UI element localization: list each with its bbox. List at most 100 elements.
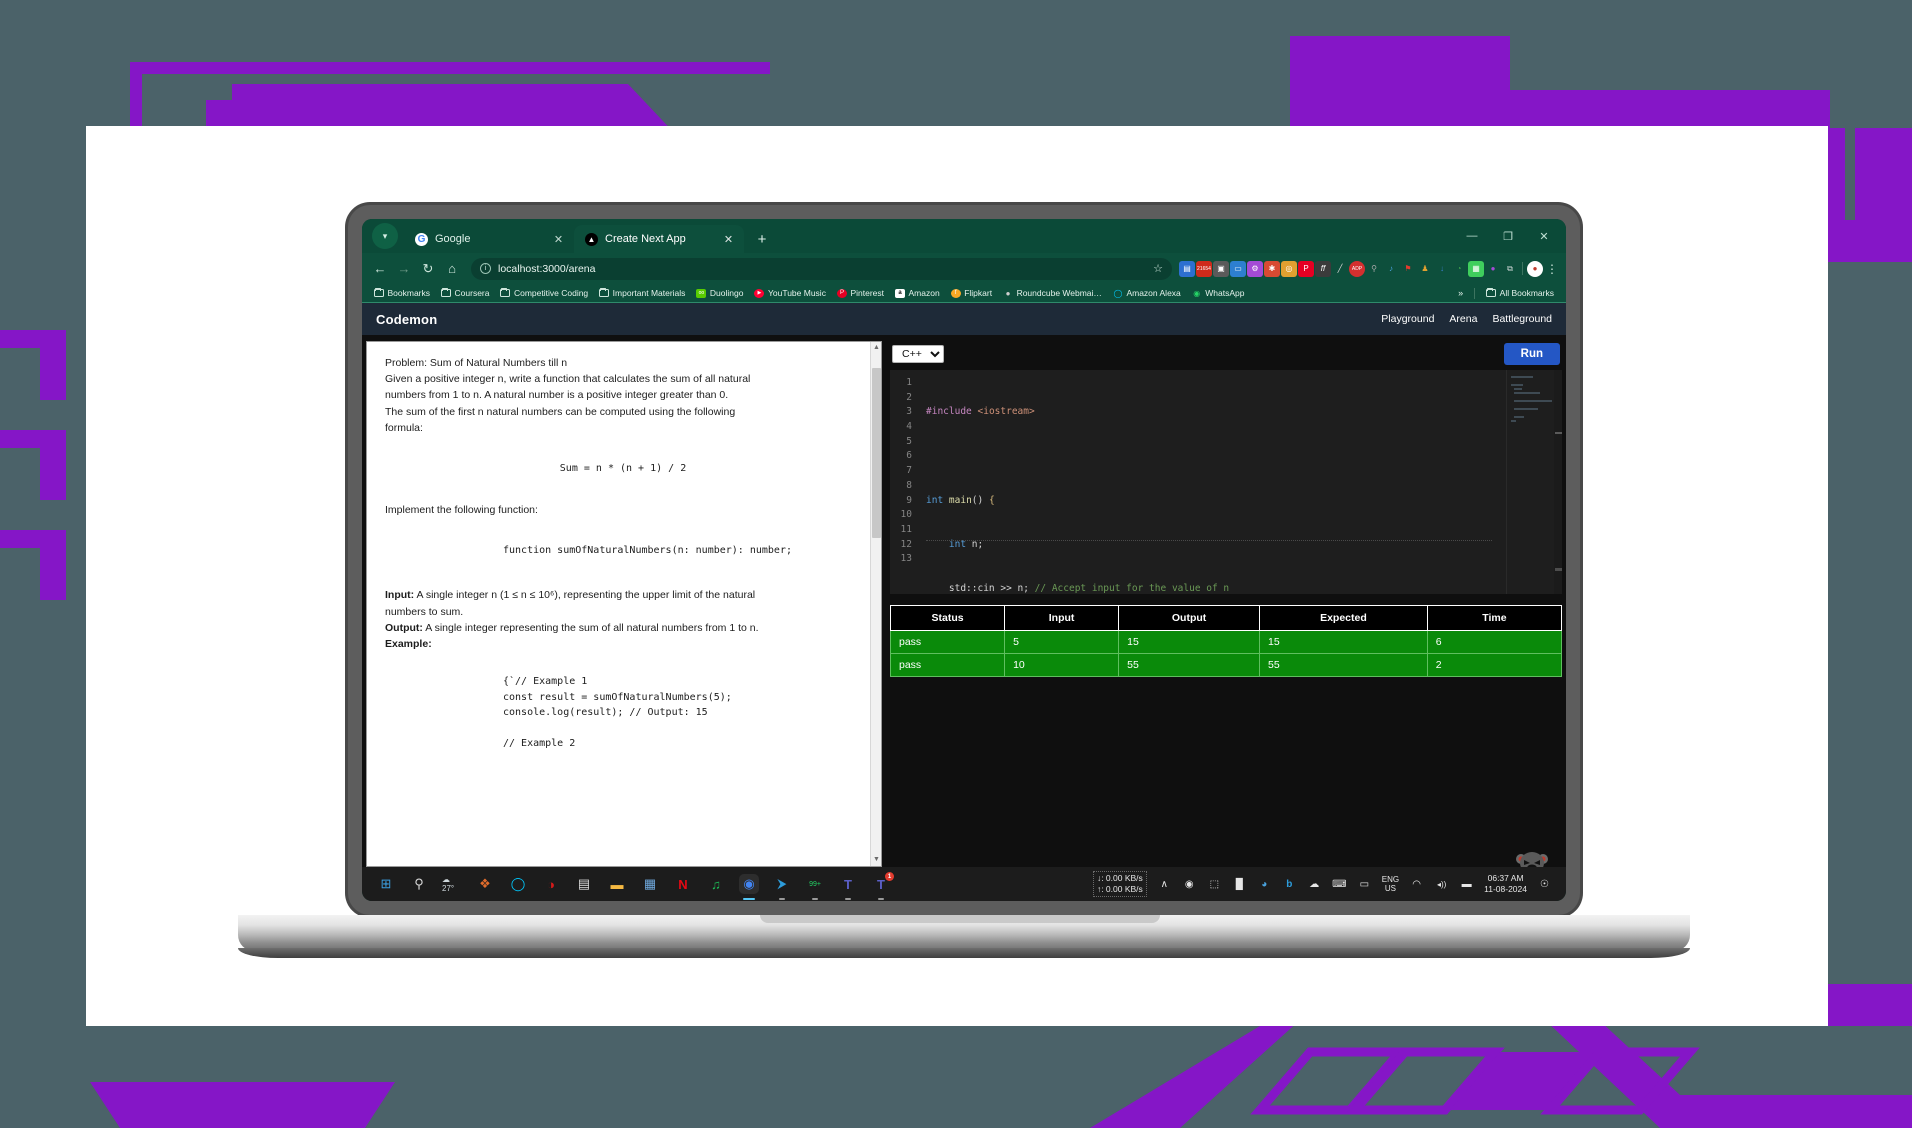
scrollbar-thumb[interactable] [872,368,881,538]
photos-icon[interactable]: ❖ [475,874,495,894]
nav-link-arena[interactable]: Arena [1449,313,1477,325]
docs-extension-icon[interactable]: ▭ [1230,260,1246,277]
browser-tab-google[interactable]: G Google ✕ [404,225,574,253]
alexa-icon[interactable]: ◯ [508,874,528,894]
close-icon[interactable]: ✕ [552,233,565,246]
editor-scrollbar-thumb[interactable] [1555,568,1562,571]
wifi-icon[interactable]: ◠ [1409,877,1424,892]
app-brand-logo[interactable]: Codemon [376,312,437,327]
nav-link-playground[interactable]: Playground [1381,313,1434,325]
eyedropper-extension-icon[interactable]: ╱ [1332,261,1348,277]
keyboard-icon[interactable]: ⌨ [1332,877,1347,892]
opera-icon[interactable]: ◑ [541,874,561,894]
run-button[interactable]: Run [1503,343,1560,365]
close-icon[interactable]: ✕ [722,233,735,246]
netflix-icon[interactable]: N [673,874,693,894]
color-icon[interactable]: ◕ [1257,877,1272,892]
excel-icon[interactable]: ▦ [640,874,660,894]
counter-extension-icon[interactable]: 21654 [1196,260,1212,277]
vscode-icon[interactable]: ⮞ [772,874,792,900]
bookmark-flipkart[interactable]: f Flipkart [947,287,996,299]
forward-icon[interactable]: → [392,257,416,281]
world-extension-icon[interactable]: ● [1485,261,1501,277]
show-hidden-icons-chevron-icon[interactable]: ∧ [1157,877,1172,892]
settings-extension-icon[interactable]: ⚙ [1247,260,1263,277]
download-extension-icon[interactable]: ↓ [1434,261,1450,277]
file-explorer-icon[interactable]: ▬ [607,874,627,894]
translate-extension-icon[interactable]: ▤ [1179,260,1195,277]
teams-badge-icon[interactable]: T1 [871,872,894,900]
language-indicator[interactable]: ENG US [1382,875,1399,893]
grid-extension-icon[interactable]: ▦ [1468,260,1484,277]
bookmarks-overflow-button[interactable]: » [1454,288,1467,298]
editor-code-area[interactable]: #include <iostream> int main() { int n; … [918,370,1506,594]
editor-scrollbar[interactable] [1554,370,1562,594]
tab-search-icon[interactable]: ▾ [372,223,398,249]
adp-extension-icon[interactable]: ADP [1349,260,1365,277]
picture-in-picture-extension-icon[interactable]: ▣ [1213,260,1229,277]
problem-scrollbar[interactable]: ▲ ▼ [870,342,881,866]
puzzle-extension-icon[interactable]: ⧉ [1502,261,1518,277]
equalizer-icon[interactable]: █ [1232,877,1247,892]
new-tab-button[interactable]: + [752,231,772,248]
whatsapp-icon[interactable]: 99+ [805,874,825,900]
scroll-up-arrow-icon[interactable]: ▲ [871,342,881,354]
bookmark-competitive-coding[interactable]: Competitive Coding [496,287,592,299]
maximize-button[interactable]: ❐ [1490,223,1526,249]
bing-icon[interactable]: b [1282,877,1297,892]
spotify-icon[interactable]: ♫ [706,874,726,894]
bookmark-amazon-alexa[interactable]: ◯ Amazon Alexa [1109,287,1185,299]
search-icon[interactable]: ⚲ [409,874,429,894]
bug-extension-icon[interactable]: ✱ [1264,260,1280,277]
bookmark-coursera[interactable]: Coursera [437,287,493,299]
language-select[interactable]: C++ [892,345,944,363]
tag-extension-icon[interactable]: ⚑ [1400,261,1416,277]
browser-tab-create-next-app[interactable]: ▲ Create Next App ✕ [574,225,744,253]
minimap-thumb[interactable] [1555,432,1562,434]
back-icon[interactable]: ← [368,257,392,281]
bookmark-amazon[interactable]: a Amazon [891,287,944,299]
store-icon[interactable]: ▤ [574,874,594,894]
bookmark-whatsapp[interactable]: ◉ WhatsApp [1188,287,1249,299]
minimize-button[interactable]: — [1454,223,1490,249]
teams-icon[interactable]: T [838,874,858,900]
all-bookmarks-button[interactable]: All Bookmarks [1482,287,1558,299]
sound-extension-icon[interactable]: ♪ [1383,261,1399,277]
chrome-menu-icon[interactable]: ⋮ [1544,262,1560,276]
pin-extension-icon[interactable]: ⚲ [1366,261,1382,277]
editor-minimap[interactable] [1506,370,1562,594]
bookmark-youtube-music[interactable]: ▶ YouTube Music [750,287,829,299]
clock[interactable]: 06:37 AM 11-08-2024 [1484,873,1527,895]
close-window-button[interactable]: ✕ [1526,223,1562,249]
display-icon[interactable]: ⬚ [1207,877,1222,892]
home-icon[interactable]: ⌂ [440,257,464,281]
bookmark-star-icon[interactable]: ☆ [1153,262,1163,275]
font-extension-icon[interactable]: ff [1315,260,1331,277]
bookmark-bookmarks[interactable]: Bookmarks [370,287,434,299]
weather-widget[interactable]: ☁27° [442,874,462,894]
scroll-down-arrow-icon[interactable]: ▼ [871,854,881,866]
clock-extension-icon[interactable]: ◎ [1281,260,1297,277]
onedrive-icon[interactable]: ☁ [1307,877,1322,892]
touchpad-icon[interactable]: ▭ [1357,877,1372,892]
output-label: Output: [385,621,423,634]
code-editor[interactable]: 1 2 3 4 5 6 7 8 9 10 11 12 13 #include <… [890,370,1562,594]
profile-avatar[interactable]: ● [1527,260,1543,277]
volume-icon[interactable]: ◂)) [1434,877,1449,892]
nav-link-battleground[interactable]: Battleground [1492,313,1552,325]
chrome-icon[interactable]: ◉ [739,874,759,900]
person-extension-icon[interactable]: ♟ [1417,261,1433,277]
notification-bell-icon[interactable]: ☉ [1537,877,1552,892]
address-bar[interactable]: i localhost:3000/arena ☆ [471,257,1172,280]
bookmark-roundcube-webmail[interactable]: ● Roundcube Webmai… [999,287,1106,299]
bookmark-duolingo[interactable]: oo Duolingo [692,287,747,299]
bookmark-important-materials[interactable]: Important Materials [595,287,689,299]
globe-extension-icon[interactable]: ◔ [1451,261,1467,277]
pinterest-extension-icon[interactable]: P [1298,260,1314,277]
site-info-icon[interactable]: i [480,263,491,274]
reload-icon[interactable]: ↻ [416,257,440,281]
bookmark-pinterest[interactable]: P Pinterest [833,287,888,299]
battery-icon[interactable]: ▬ [1459,877,1474,892]
sound-control-icon[interactable]: ◉ [1182,877,1197,892]
start-button[interactable]: ⊞ [376,874,396,894]
